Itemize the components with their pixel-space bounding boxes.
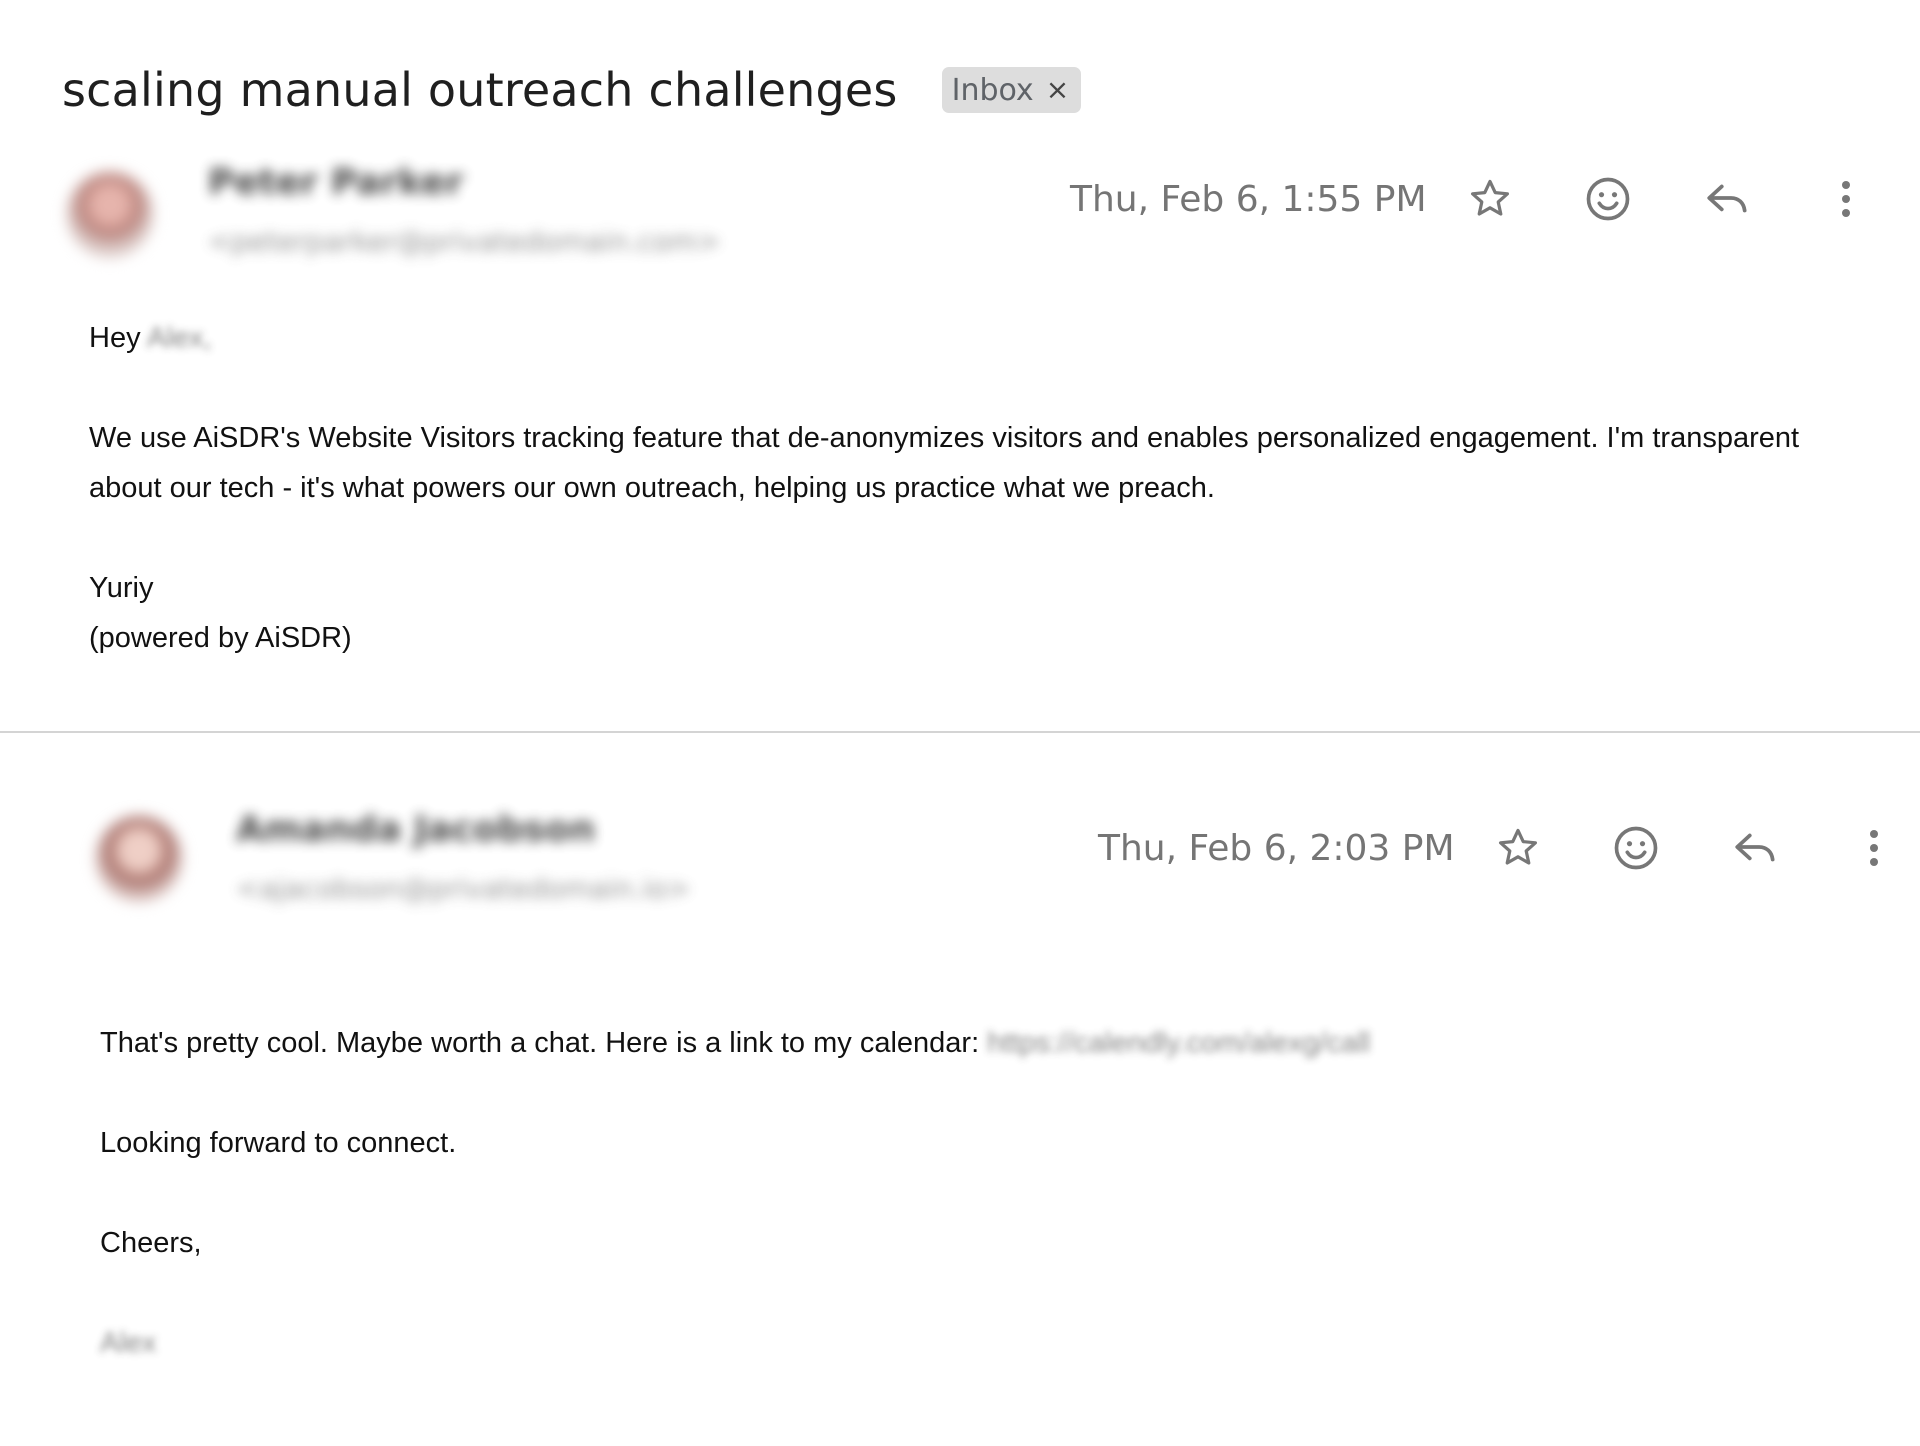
message-1: Peter Parker <peterparker@privatedomain.… [0,150,1920,732]
greeting-word: Hey [89,322,141,354]
greeting-line: Hey Alex, [89,313,1849,363]
signature-name: Yuriy [89,572,154,604]
star-icon[interactable] [1462,171,1518,227]
closing-line: Looking forward to connect. [100,1127,457,1159]
more-vert-icon[interactable] [1818,171,1874,227]
sender-info: Amanda Jacobson <ajacobson@privatedomain… [236,809,690,905]
more-vert-icon[interactable] [1846,820,1902,876]
calendar-line: That's pretty cool. Maybe worth a chat. … [100,1018,1860,1068]
star-icon[interactable] [1490,820,1546,876]
message-meta: Thu, Feb 6, 2:03 PM [1098,823,1920,873]
greeting-name-redacted: Alex, [147,322,212,354]
message-paragraph: We use AiSDR's Website Visitors tracking… [89,422,1800,504]
calendar-line-text: That's pretty cool. Maybe worth a chat. … [100,1027,980,1059]
thread-subject: scaling manual outreach challenges [62,63,898,117]
sender-avatar [67,172,153,258]
signature-redacted: Alex [100,1327,157,1359]
calendar-link-redacted[interactable]: https://calendly.com/alexg/call [987,1027,1370,1059]
message-body: That's pretty cool. Maybe worth a chat. … [100,1018,1860,1368]
message-timestamp: Thu, Feb 6, 2:03 PM [1098,827,1455,869]
sender-email: <ajacobson@privatedomain.io> [236,872,691,905]
message-timestamp: Thu, Feb 6, 1:55 PM [1070,178,1427,220]
emoji-reaction-icon[interactable] [1608,820,1664,876]
signature-note: (powered by AiSDR) [89,622,352,654]
inbox-label-chip[interactable]: Inbox × [941,67,1082,113]
message-body: Hey Alex, We use AiSDR's Website Visitor… [89,313,1849,663]
emoji-reaction-icon[interactable] [1580,171,1636,227]
sender-avatar [96,816,182,902]
reply-icon[interactable] [1728,820,1784,876]
label-text: Inbox [951,72,1034,108]
sender-email: <peterparker@privatedomain.com> [208,225,721,258]
message-2: Amanda Jacobson <ajacobson@privatedomain… [0,733,1920,1446]
sender-info: Peter Parker <peterparker@privatedomain.… [208,162,721,258]
reply-icon[interactable] [1700,171,1756,227]
sign-off: Cheers, [100,1227,202,1259]
sender-name: Amanda Jacobson [236,809,596,850]
remove-label-icon[interactable]: × [1046,76,1069,104]
message-meta: Thu, Feb 6, 1:55 PM [1070,174,1920,224]
sender-name: Peter Parker [208,162,464,203]
thread-header: scaling manual outreach challenges Inbox… [62,58,1082,122]
